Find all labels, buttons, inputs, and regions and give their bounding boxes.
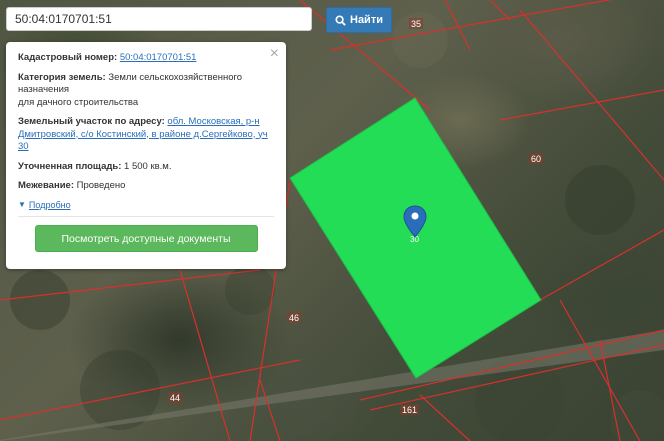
cadastral-link[interactable]: 50:04:0170701:51 <box>120 52 197 63</box>
plot-label: 46 <box>289 313 299 323</box>
search-icon <box>335 14 346 26</box>
survey-value: Проведено <box>76 180 126 191</box>
category-value-line2: для дачного строительства <box>18 96 139 108</box>
area-row: Уточненная площадь: 1 500 кв.м. <box>18 161 274 174</box>
plot-label: 44 <box>170 393 180 403</box>
survey-label: Межевание: <box>18 180 74 191</box>
survey-row: Межевание: Проведено <box>18 180 274 193</box>
category-row: Категория земель: Земли сельскохозяйстве… <box>18 72 274 110</box>
search-button-label: Найти <box>350 14 383 26</box>
more-details-toggle[interactable]: ▼ Подробно <box>18 200 274 210</box>
caret-down-icon: ▼ <box>18 200 26 209</box>
area-label: Уточненная площадь: <box>18 160 122 172</box>
parcel-info-popup: × Кадастровый номер: 50:04:0170701:51 Ка… <box>6 42 286 269</box>
category-label: Категория земель: <box>18 71 106 83</box>
plot-label: 60 <box>531 154 541 164</box>
search-input[interactable] <box>6 7 312 31</box>
address-row: Земельный участок по адресу: обл. Москов… <box>18 116 274 154</box>
cadastral-row: Кадастровый номер: 50:04:0170701:51 <box>18 52 274 65</box>
area-value: 1 500 кв.м. <box>124 160 172 172</box>
address-label: Земельный участок по адресу: <box>18 116 165 127</box>
close-icon[interactable]: × <box>270 45 279 63</box>
search-button[interactable]: Найти <box>326 7 392 33</box>
cadastral-label: Кадастровый номер: <box>18 52 118 63</box>
plot-label: 35 <box>411 19 421 29</box>
view-documents-button[interactable]: Посмотреть доступные документы <box>34 224 258 252</box>
divider <box>18 215 274 217</box>
plot-label: 161 <box>402 405 417 415</box>
more-details-link[interactable]: Подробно <box>29 200 71 210</box>
